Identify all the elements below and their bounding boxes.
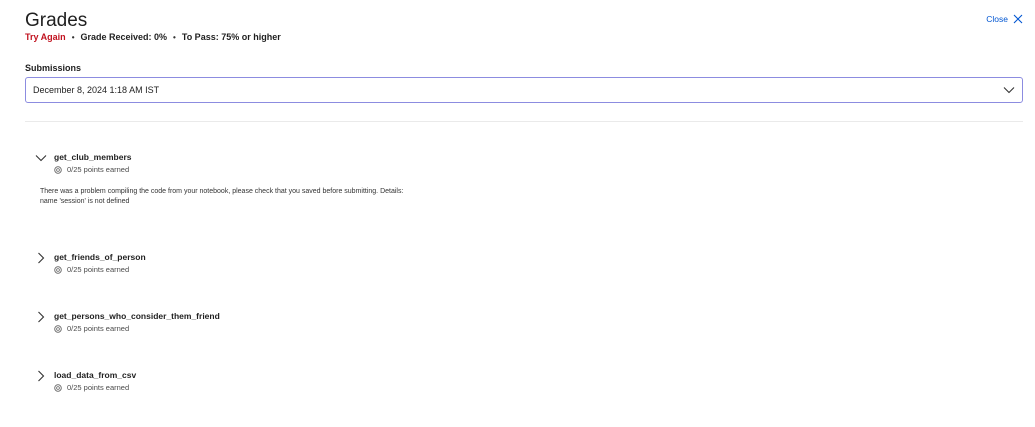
chevron-down-icon[interactable] xyxy=(35,152,47,164)
grade-summary: Try Again • Grade Received: 0% • To Pass… xyxy=(25,32,281,42)
submissions-selected-value: December 8, 2024 1:18 AM IST xyxy=(33,85,160,95)
target-icon xyxy=(54,165,62,174)
submissions-select[interactable]: December 8, 2024 1:18 AM IST xyxy=(25,77,1023,103)
grade-item-name: get_persons_who_consider_them_friend xyxy=(54,311,220,321)
grade-item-name: load_data_from_csv xyxy=(54,370,137,380)
points-row: 0/25 points earned xyxy=(54,265,129,274)
error-message: There was a problem compiling the code f… xyxy=(40,188,404,195)
target-icon xyxy=(54,383,62,392)
chevron-down-icon xyxy=(1003,87,1015,94)
submissions-label: Submissions xyxy=(25,63,82,73)
close-label: Close xyxy=(986,14,1008,24)
grade-item-name: get_club_members xyxy=(54,152,132,162)
points-row: 0/25 points earned xyxy=(54,165,129,174)
points-earned: 0/25 points earned xyxy=(67,383,130,392)
points-earned: 0/25 points earned xyxy=(67,324,130,333)
divider xyxy=(25,121,1023,122)
chevron-right-icon[interactable] xyxy=(35,370,47,382)
target-icon xyxy=(54,324,62,333)
points-row: 0/25 points earned xyxy=(54,383,129,392)
status-text: Try Again xyxy=(25,32,66,42)
to-pass: To Pass: 75% or higher xyxy=(181,32,281,42)
target-icon xyxy=(54,265,62,274)
page-title: Grades xyxy=(25,10,88,31)
points-row: 0/25 points earned xyxy=(54,324,129,333)
separator-dot: • xyxy=(173,32,176,42)
error-details: There was a problem compiling the code f… xyxy=(40,187,440,206)
points-earned: 0/25 points earned xyxy=(67,165,130,174)
grade-received: Grade Received: 0% xyxy=(80,32,168,42)
chevron-right-icon[interactable] xyxy=(35,252,47,264)
close-icon xyxy=(1013,14,1023,24)
close-button[interactable]: Close xyxy=(986,14,1023,24)
chevron-right-icon[interactable] xyxy=(35,311,47,323)
error-reason: name 'session' is not defined xyxy=(40,197,130,205)
points-earned: 0/25 points earned xyxy=(67,265,130,274)
grade-item-name: get_friends_of_person xyxy=(54,252,146,262)
separator-dot: • xyxy=(71,32,75,42)
